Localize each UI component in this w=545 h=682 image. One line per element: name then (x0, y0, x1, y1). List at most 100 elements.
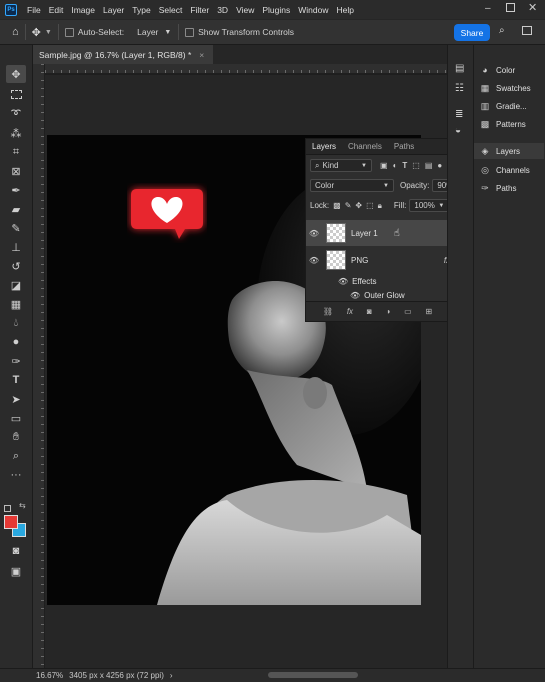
blend-mode-dropdown[interactable]: Color ▼ (310, 179, 394, 192)
fill-field[interactable]: 100% ▼ (409, 199, 450, 212)
document-dimensions: 3405 px x 4256 px (72 ppi) (69, 671, 164, 680)
horizontal-scrollbar[interactable] (268, 672, 358, 678)
brush-icon[interactable]: ✎ (6, 219, 26, 237)
add-mask-icon[interactable]: ◙ (367, 307, 372, 316)
close-tab-icon[interactable]: × (199, 50, 204, 60)
lock-position-icon[interactable]: ✥ (355, 201, 362, 210)
eyedropper-icon[interactable]: ✒︎ (6, 181, 26, 199)
maximize-icon[interactable] (506, 3, 515, 12)
show-transform-checkbox[interactable] (185, 27, 195, 37)
healing-icon[interactable]: ▰ (6, 200, 26, 218)
workspace-icon[interactable] (522, 26, 532, 35)
effects-visibility-eye-icon[interactable]: 👁︎ (338, 277, 348, 286)
auto-select-checkbox[interactable] (64, 27, 74, 37)
menu-select[interactable]: Select (155, 5, 187, 15)
swap-colors-icon[interactable]: ⇆ (19, 501, 26, 510)
menu-plugins[interactable]: Plugins (258, 5, 294, 15)
tab-paths[interactable]: Paths (388, 142, 420, 151)
history-icon[interactable]: ☷ (455, 83, 464, 94)
lock-all-icon[interactable]: 🔒︎ (378, 201, 382, 211)
filter-toggle-icon[interactable]: ● (437, 161, 442, 170)
blur-icon[interactable]: 💧︎ (6, 314, 26, 332)
menu-edit[interactable]: Edit (45, 5, 68, 15)
auto-select-target-dropdown[interactable]: Layer ▼ (132, 25, 172, 40)
zoom-level[interactable]: 16.67% (36, 671, 63, 680)
panel-swatches[interactable]: ▦ Swatches (480, 80, 531, 96)
new-layer-icon[interactable]: ⊞ (425, 307, 432, 316)
default-colors-icon[interactable] (4, 505, 11, 512)
marquee-icon[interactable] (6, 85, 26, 103)
pen-icon[interactable]: ✑ (6, 352, 26, 370)
visibility-eye-icon[interactable]: 👁︎ (306, 229, 322, 238)
menu-type[interactable]: Type (128, 5, 154, 15)
dodge-icon[interactable]: ● (6, 333, 26, 351)
document-tab[interactable]: Sample.jpg @ 16.7% (Layer 1, RGB/8) * × (33, 45, 213, 64)
lasso-icon[interactable]: ➰︎ (6, 105, 26, 123)
panel-paths[interactable]: ✑ Paths (480, 180, 516, 196)
filter-smart-object-icon[interactable]: ▤ (425, 161, 433, 170)
new-group-icon[interactable]: ▭ (404, 307, 412, 316)
chevron-down-icon[interactable]: ▼ (45, 29, 52, 36)
filter-kind-dropdown[interactable]: ⌕ Kind ▼ (310, 159, 372, 172)
lock-image-icon[interactable]: ✎ (345, 201, 352, 210)
menu-view[interactable]: View (232, 5, 258, 15)
menu-filter[interactable]: Filter (186, 5, 213, 15)
gradient-icon[interactable]: ▦ (6, 295, 26, 313)
zoom-icon[interactable]: ⌕ (6, 447, 26, 465)
share-button[interactable]: Share (454, 24, 490, 41)
libraries-icon[interactable]: ▤ (455, 63, 464, 74)
filter-pixel-icon[interactable]: ▣ (380, 161, 388, 170)
filter-adjustment-icon[interactable]: ◐ (393, 161, 398, 170)
home-icon[interactable]: ⌂ (12, 26, 19, 38)
type-icon[interactable]: T (6, 371, 26, 389)
lock-transparent-icon[interactable]: ▩ (333, 201, 341, 210)
stamp-icon[interactable]: ⊥ (6, 238, 26, 256)
history-brush-icon[interactable]: ↺ (6, 257, 26, 275)
foreground-color-swatch[interactable] (4, 515, 18, 529)
frame-icon[interactable]: ⊠ (6, 162, 26, 180)
tab-channels[interactable]: Channels (342, 142, 388, 151)
close-window-icon[interactable]: ✕ (528, 1, 537, 14)
lock-artboard-icon[interactable]: ⬚ (366, 201, 374, 210)
panel-label: Patterns (496, 119, 526, 129)
hand-icon[interactable]: ✋︎ (6, 428, 26, 446)
panel-layers[interactable]: ◈ Layers (474, 143, 544, 159)
right-icon-strip: ▤ ☷ ≣ ◒ (447, 45, 473, 668)
adjustments-icon[interactable]: ≣ (455, 109, 463, 120)
add-style-icon[interactable]: fx (347, 307, 353, 316)
search-icon[interactable]: ⌕ (499, 25, 505, 36)
properties-icon[interactable]: ◒ (455, 125, 461, 136)
effect-visibility-eye-icon[interactable]: 👁︎ (350, 291, 360, 300)
menu-3d[interactable]: 3D (213, 5, 232, 15)
screen-mode-icon[interactable]: ▣ (6, 562, 26, 580)
filter-type-icon[interactable]: T (402, 161, 407, 170)
tab-layers[interactable]: Layers (306, 142, 342, 151)
filter-kind-value: Kind (322, 161, 339, 170)
eraser-icon[interactable]: ◪ (6, 276, 26, 294)
move-icon[interactable]: ✥ (6, 65, 26, 83)
chevron-right-icon[interactable]: › (170, 671, 173, 680)
move-tool-options-icon[interactable]: ✥ (32, 26, 41, 39)
more-tools-icon[interactable]: ··· (6, 466, 26, 484)
filter-shape-icon[interactable]: ⬚ (412, 161, 420, 170)
minimize-icon[interactable]: – (485, 3, 491, 14)
menu-help[interactable]: Help (332, 5, 357, 15)
path-select-icon[interactable]: ➤ (6, 390, 26, 408)
link-layers-icon[interactable]: ⛓︎ (323, 307, 333, 316)
menu-layer[interactable]: Layer (99, 5, 128, 15)
panel-color[interactable]: ◕ Color (480, 62, 515, 78)
panel-patterns[interactable]: ▩ Patterns (480, 116, 526, 132)
panel-gradients[interactable]: ▥ Gradie... (480, 98, 527, 114)
rectangle-icon[interactable]: ▭ (6, 409, 26, 427)
magic-wand-icon[interactable]: ⁂ (6, 124, 26, 142)
quick-mask-icon[interactable]: ◙ (6, 542, 26, 560)
crop-icon[interactable]: ⌗ (6, 143, 26, 161)
visibility-eye-icon[interactable]: 👁︎ (306, 256, 322, 265)
panel-channels[interactable]: ◎ Channels (480, 162, 530, 178)
new-adjustment-icon[interactable]: ◑ (385, 307, 390, 316)
layer-row-png[interactable]: 👁︎ PNG fx ▲ (306, 247, 464, 273)
layer-row-layer-1[interactable]: 👁︎ Layer 1 ☝︎ (306, 220, 464, 246)
menu-file[interactable]: File (23, 5, 45, 15)
menu-window[interactable]: Window (294, 5, 332, 15)
menu-image[interactable]: Image (67, 5, 99, 15)
